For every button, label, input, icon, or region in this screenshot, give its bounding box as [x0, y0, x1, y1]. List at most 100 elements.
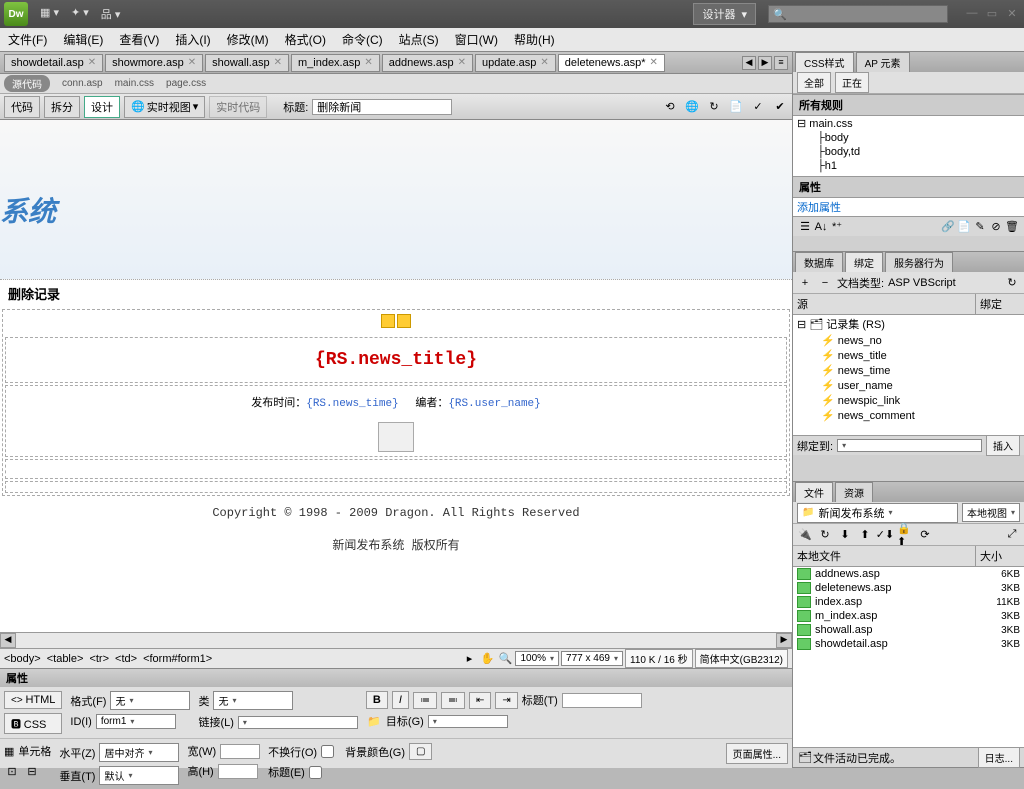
file-row[interactable]: showdetail.asp3KB [793, 637, 1024, 651]
refresh-files-icon[interactable]: ↻ [817, 527, 833, 543]
hidden-field-icon[interactable] [381, 314, 395, 328]
related-file[interactable]: conn.asp [62, 78, 103, 89]
view-select[interactable]: 本地视图 [962, 503, 1020, 522]
html-mode-button[interactable]: <> HTML [4, 691, 62, 709]
tab-database[interactable]: 数据库 [795, 252, 843, 272]
css-all-button[interactable]: 全部 [797, 72, 831, 93]
log-button[interactable]: 日志... [978, 747, 1020, 768]
edit-rule-icon[interactable]: ✎ [972, 219, 988, 235]
checkout-icon[interactable]: ✓⬇ [877, 527, 893, 543]
css-current-button[interactable]: 正在 [835, 72, 869, 93]
css-az-icon[interactable]: A↓ [813, 219, 829, 235]
tag-table[interactable]: <table> [47, 653, 84, 665]
window-size[interactable]: 777 x 469 [561, 651, 623, 666]
extend-menu-icon[interactable]: ✦ ▾ [71, 6, 89, 22]
menu-file[interactable]: 文件(F) [8, 31, 47, 48]
css-set-icon[interactable]: *⁺ [829, 219, 845, 235]
page-title-input[interactable] [312, 99, 452, 115]
file-row[interactable]: m_index.asp3KB [793, 609, 1024, 623]
tab-bindings[interactable]: 绑定 [845, 252, 883, 272]
insert-binding-button[interactable]: 插入 [986, 435, 1020, 456]
expand-icon[interactable]: ⤢ [1004, 527, 1020, 543]
outdent-button[interactable]: ⇤ [469, 692, 491, 709]
bind-to-select[interactable] [837, 439, 982, 452]
nowrap-checkbox[interactable] [321, 745, 334, 758]
col-filename[interactable]: 本地文件 [793, 546, 976, 566]
zoom-tool-icon[interactable]: 🔍 [497, 651, 513, 667]
link-folder-icon[interactable]: 📁 [366, 713, 382, 729]
page-properties-button[interactable]: 页面属性... [726, 743, 788, 764]
design-view[interactable]: 系统 删除记录 {RS.news_title} 发布时间：{RS.news_ti… [0, 120, 792, 632]
refresh-bindings-icon[interactable]: ↻ [1004, 275, 1020, 291]
title-attr-input[interactable] [562, 693, 642, 708]
close-button[interactable]: ✕ [1004, 7, 1020, 21]
css-rule[interactable]: ├body [793, 131, 1024, 145]
hand-tool-icon[interactable]: ✋ [479, 651, 495, 667]
ul-button[interactable]: ≔ [413, 692, 437, 709]
tab-close-icon[interactable]: ✕ [364, 57, 372, 68]
menu-insert[interactable]: 插入(I) [175, 31, 210, 48]
menu-modify[interactable]: 修改(M) [227, 31, 269, 48]
field-node[interactable]: ⚡ news_comment [793, 408, 1024, 423]
workspace-switcher[interactable]: 设计器▾ [693, 3, 756, 25]
file-row[interactable]: addnews.asp6KB [793, 567, 1024, 581]
pub-time-binding[interactable]: {RS.news_time} [306, 398, 398, 410]
height-input[interactable] [218, 764, 258, 779]
site-menu-icon[interactable]: 品 ▾ [101, 6, 121, 22]
design-view-button[interactable]: 设计 [84, 96, 120, 118]
new-rule-icon[interactable]: 📄 [956, 219, 972, 235]
tab-ap-elements[interactable]: AP 元素 [856, 52, 910, 72]
attach-css-icon[interactable]: 🔗 [940, 219, 956, 235]
doc-tab[interactable]: showmore.asp✕ [105, 54, 203, 72]
indent-button[interactable]: ⇥ [495, 692, 517, 709]
maximize-button[interactable]: ▭ [984, 7, 1000, 21]
tag-tr[interactable]: <tr> [89, 653, 109, 665]
tab-assets[interactable]: 资源 [835, 482, 873, 502]
field-node[interactable]: ⚡ news_title [793, 348, 1024, 363]
tag-td[interactable]: <td> [115, 653, 137, 665]
visual-aids-icon[interactable]: ✓ [750, 99, 766, 115]
tab-close-icon[interactable]: ✕ [540, 57, 548, 68]
menu-view[interactable]: 查看(V) [119, 31, 159, 48]
valign-select[interactable]: 默认 [99, 766, 179, 785]
editor-binding[interactable]: {RS.user_name} [448, 398, 540, 410]
halign-select[interactable]: 居中对齐 [99, 743, 179, 762]
file-row[interactable]: showall.asp3KB [793, 623, 1024, 637]
live-code-button[interactable]: 实时代码 [209, 96, 267, 118]
tab-close-icon[interactable]: ✕ [88, 57, 96, 68]
target-select[interactable] [428, 715, 508, 728]
zoom-level[interactable]: 100% [515, 651, 559, 666]
scroll-right-icon[interactable]: ▶ [776, 633, 792, 648]
related-file[interactable]: page.css [166, 78, 206, 89]
tab-files[interactable]: 文件 [795, 482, 833, 502]
disable-rule-icon[interactable]: ⊘ [988, 219, 1004, 235]
live-view-button[interactable]: 🌐实时视图▾ [124, 96, 205, 118]
tab-css-styles[interactable]: CSS样式 [795, 52, 854, 72]
preview-icon[interactable]: 🌐 [684, 99, 700, 115]
css-mode-button[interactable]: 🅱 CSS [4, 713, 62, 734]
hidden-field-icon[interactable] [397, 314, 411, 328]
remove-binding-icon[interactable]: − [817, 275, 833, 291]
search-input[interactable]: 🔍 [768, 5, 948, 23]
split-view-button[interactable]: 拆分 [44, 96, 80, 118]
merge-icon[interactable]: ⊡ [4, 763, 20, 779]
format-select[interactable]: 无 [110, 691, 190, 710]
put-icon[interactable]: ⬆ [857, 527, 873, 543]
css-rule[interactable]: ├h1 [793, 159, 1024, 173]
tab-menu[interactable]: ≡ [774, 56, 788, 70]
h-scrollbar[interactable]: ◀ ▶ [0, 632, 792, 648]
tag-body[interactable]: <body> [4, 653, 41, 665]
split-cell-icon[interactable]: ⊟ [24, 763, 40, 779]
menu-site[interactable]: 站点(S) [399, 31, 439, 48]
doc-tab[interactable]: showall.asp✕ [205, 54, 289, 72]
bold-button[interactable]: B [366, 691, 388, 709]
ol-button[interactable]: ≕ [441, 692, 465, 709]
files-menu-icon[interactable]: 🗂 [797, 750, 813, 766]
menu-edit[interactable]: 编辑(E) [63, 31, 103, 48]
doc-tab[interactable]: showdetail.asp✕ [4, 54, 103, 72]
field-node[interactable]: ⚡ news_time [793, 363, 1024, 378]
menu-commands[interactable]: 命令(C) [342, 31, 383, 48]
minimize-button[interactable]: — [964, 7, 980, 21]
news-title-binding[interactable]: {RS.news_title} [6, 338, 786, 382]
tab-close-icon[interactable]: ✕ [650, 57, 658, 68]
